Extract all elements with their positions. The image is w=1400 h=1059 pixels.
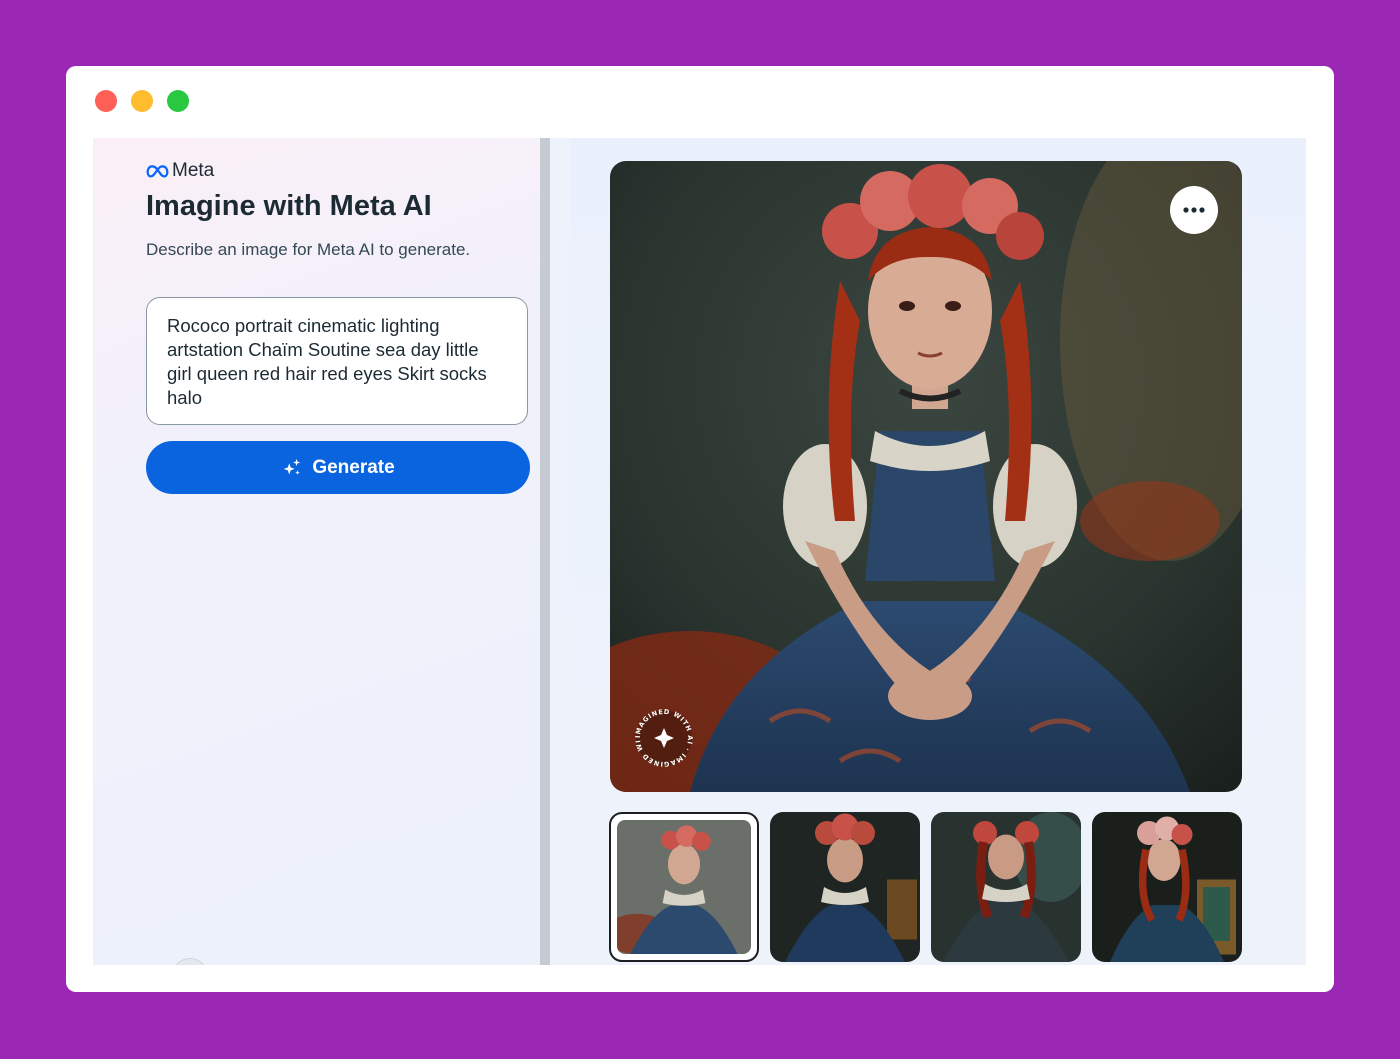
page-title: Imagine with Meta AI [146, 190, 432, 222]
thumbnail-image [617, 820, 751, 954]
meta-brand[interactable]: Meta [146, 160, 214, 182]
sparkle-icon [284, 458, 301, 475]
window-controls [95, 90, 189, 112]
generate-button[interactable]: Generate [146, 441, 530, 494]
thumbnail-2[interactable] [770, 812, 920, 962]
meta-infinity-icon [146, 164, 169, 177]
generate-button-label: Generate [312, 456, 395, 478]
generated-image-art [610, 161, 1242, 792]
thumbnail-4[interactable] [1092, 812, 1242, 962]
browser-window: Meta Imagine with Meta AI Describe an im… [66, 66, 1334, 992]
thumbnail-3[interactable] [931, 812, 1081, 962]
prompt-input[interactable]: Rococo portrait cinematic lighting artst… [146, 297, 528, 425]
thumbnail-image [1092, 812, 1242, 962]
imagined-with-ai-watermark: IMAGINED WITH AI · IMAGINED WITH AI · [634, 708, 693, 768]
close-window-button[interactable] [95, 90, 117, 112]
page-subtitle: Describe an image for Meta AI to generat… [146, 240, 471, 259]
thumbnail-image [770, 812, 920, 962]
imagine-app: Meta Imagine with Meta AI Describe an im… [93, 138, 1306, 965]
minimize-window-button[interactable] [131, 90, 153, 112]
zoom-window-button[interactable] [167, 90, 189, 112]
results-panel: IMAGINED WITH AI · IMAGINED WITH AI · [570, 138, 1306, 965]
more-options-button[interactable] [1170, 186, 1218, 234]
thumbnail-1[interactable] [609, 812, 759, 962]
more-horizontal-icon [1183, 207, 1205, 213]
generated-image[interactable]: IMAGINED WITH AI · IMAGINED WITH AI · [610, 161, 1242, 792]
prompt-panel: Meta Imagine with Meta AI Describe an im… [93, 138, 540, 965]
variation-thumbnails [609, 812, 1243, 962]
panel-resize-handle[interactable] [540, 138, 550, 965]
prompt-input-value: Rococo portrait cinematic lighting artst… [167, 315, 487, 408]
brand-name: Meta [172, 160, 215, 181]
avatar[interactable] [172, 958, 208, 965]
thumbnail-image [931, 812, 1081, 962]
